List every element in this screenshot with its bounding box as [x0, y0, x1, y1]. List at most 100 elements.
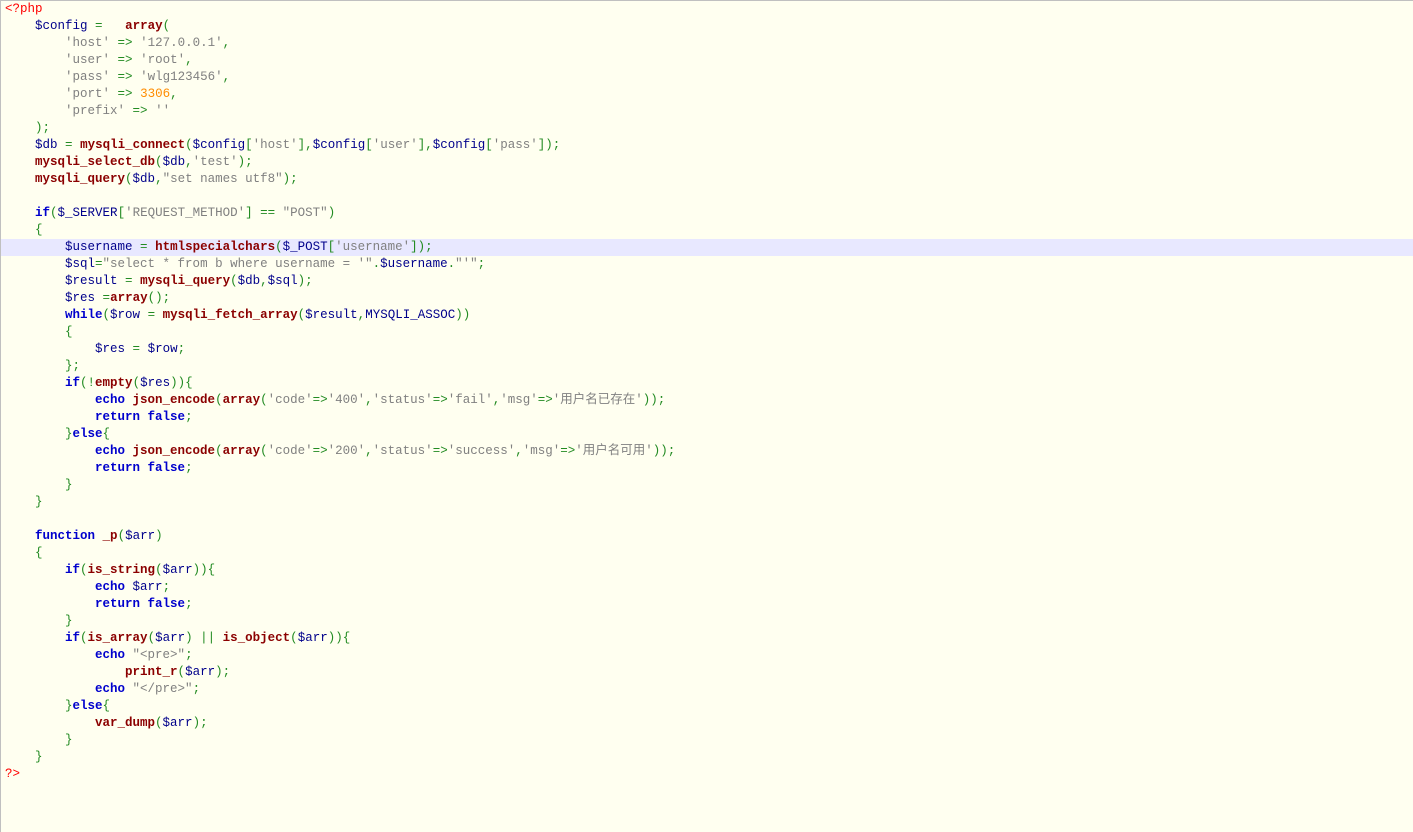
token-keyword: return	[95, 461, 140, 475]
code-line[interactable]: {	[1, 545, 1413, 562]
code-line[interactable]: if(is_array($arr) || is_object($arr)){	[1, 630, 1413, 647]
code-line[interactable]: $db = mysqli_connect($config['host'],$co…	[1, 137, 1413, 154]
token-punct: )){	[170, 376, 193, 390]
token-punct: (	[260, 393, 268, 407]
token-keyword: else	[73, 427, 103, 441]
code-line[interactable]: return false;	[1, 596, 1413, 613]
code-line[interactable]: echo json_encode(array('code'=>'200','st…	[1, 443, 1413, 460]
code-line[interactable]: $sql="select * from b where username = '…	[1, 256, 1413, 273]
token-str: 'host'	[65, 36, 110, 50]
token-op: .	[448, 257, 456, 271]
code-line[interactable]: if(!empty($res)){	[1, 375, 1413, 392]
code-line[interactable]: }	[1, 613, 1413, 630]
token-str: 'success'	[448, 444, 516, 458]
token-func: mysqli_connect	[80, 138, 185, 152]
token-punct: (	[80, 631, 88, 645]
code-line[interactable]: 'port' => 3306,	[1, 86, 1413, 103]
code-line[interactable]: echo json_encode(array('code'=>'400','st…	[1, 392, 1413, 409]
token-str: 'prefix'	[65, 104, 125, 118]
token-func: mysqli_select_db	[35, 155, 155, 169]
code-line[interactable]: }	[1, 732, 1413, 749]
token-text	[5, 325, 65, 339]
code-line[interactable]: 'pass' => 'wlg123456',	[1, 69, 1413, 86]
code-line[interactable]: if($_SERVER['REQUEST_METHOD'] == "POST")	[1, 205, 1413, 222]
token-punct: );	[193, 716, 208, 730]
code-line[interactable]: ?>	[1, 766, 1413, 783]
token-punct: )	[185, 631, 193, 645]
code-line[interactable]: print_r($arr);	[1, 664, 1413, 681]
code-line[interactable]: return false;	[1, 460, 1413, 477]
code-line[interactable]: );	[1, 120, 1413, 137]
token-str: '用户名已存在'	[553, 393, 643, 407]
token-text	[95, 529, 103, 543]
token-str: 'pass'	[493, 138, 538, 152]
token-text	[88, 19, 96, 33]
token-tag: ?>	[5, 767, 20, 781]
code-line[interactable]: echo "</pre>";	[1, 681, 1413, 698]
code-line[interactable]: };	[1, 358, 1413, 375]
token-punct: (	[215, 393, 223, 407]
code-line[interactable]: }	[1, 749, 1413, 766]
code-line[interactable]: 'prefix' => ''	[1, 103, 1413, 120]
code-line[interactable]: {	[1, 324, 1413, 341]
code-line[interactable]: if(is_string($arr)){	[1, 562, 1413, 579]
token-text	[5, 597, 95, 611]
code-line[interactable]: $result = mysqli_query($db,$sql);	[1, 273, 1413, 290]
code-line[interactable]: mysqli_query($db,"set names utf8");	[1, 171, 1413, 188]
token-text	[5, 70, 65, 84]
code-editor[interactable]: <?php $config = array( 'host' => '127.0.…	[0, 0, 1413, 832]
token-text	[110, 36, 118, 50]
token-str: ''	[155, 104, 170, 118]
token-punct: )	[328, 206, 336, 220]
token-punct: (	[178, 665, 186, 679]
token-op: =	[125, 274, 133, 288]
code-line[interactable]: $username = htmlspecialchars($_POST['use…	[1, 239, 1413, 256]
token-punct: [	[485, 138, 493, 152]
token-keyword: false	[148, 597, 186, 611]
code-line[interactable]: echo $arr;	[1, 579, 1413, 596]
code-line[interactable]: <?php	[1, 1, 1413, 18]
code-line[interactable]	[1, 511, 1413, 528]
token-var: $_POST	[283, 240, 328, 254]
token-var: $row	[110, 308, 140, 322]
token-var: $result	[305, 308, 358, 322]
token-punct: ,	[185, 53, 193, 67]
token-str: "'"	[455, 257, 478, 271]
token-func: print_r	[125, 665, 178, 679]
code-line[interactable]: }	[1, 494, 1413, 511]
token-punct: );	[35, 121, 50, 135]
code-line[interactable]: function _p($arr)	[1, 528, 1413, 545]
token-punct: (	[133, 376, 141, 390]
code-line[interactable]: while($row = mysqli_fetch_array($result,…	[1, 307, 1413, 324]
token-func: is_object	[223, 631, 291, 645]
code-line[interactable]: var_dump($arr);	[1, 715, 1413, 732]
token-var: $row	[148, 342, 178, 356]
code-line[interactable]: }	[1, 477, 1413, 494]
token-punct: ));	[653, 444, 676, 458]
token-text	[5, 614, 65, 628]
token-str: 'wlg123456'	[140, 70, 223, 84]
code-line[interactable]: 'host' => '127.0.0.1',	[1, 35, 1413, 52]
token-punct: ,	[155, 172, 163, 186]
token-punct: );	[298, 274, 313, 288]
code-line[interactable]: mysqli_select_db($db,'test');	[1, 154, 1413, 171]
code-line[interactable]	[1, 188, 1413, 205]
token-text	[5, 529, 35, 543]
code-line[interactable]: $res = $row;	[1, 341, 1413, 358]
code-line[interactable]: $res =array();	[1, 290, 1413, 307]
token-punct: )){	[328, 631, 351, 645]
token-str: '200'	[328, 444, 366, 458]
code-line[interactable]: }else{	[1, 698, 1413, 715]
token-text	[5, 699, 65, 713]
code-line[interactable]: $config = array(	[1, 18, 1413, 35]
code-line[interactable]: 'user' => 'root',	[1, 52, 1413, 69]
token-punct: ));	[643, 393, 666, 407]
token-text	[5, 631, 65, 645]
token-punct: )	[155, 529, 163, 543]
code-line[interactable]: }else{	[1, 426, 1413, 443]
code-line[interactable]: {	[1, 222, 1413, 239]
token-func: json_encode	[133, 444, 216, 458]
code-line[interactable]: echo "<pre>";	[1, 647, 1413, 664]
code-line[interactable]: return false;	[1, 409, 1413, 426]
token-keyword: return	[95, 410, 140, 424]
